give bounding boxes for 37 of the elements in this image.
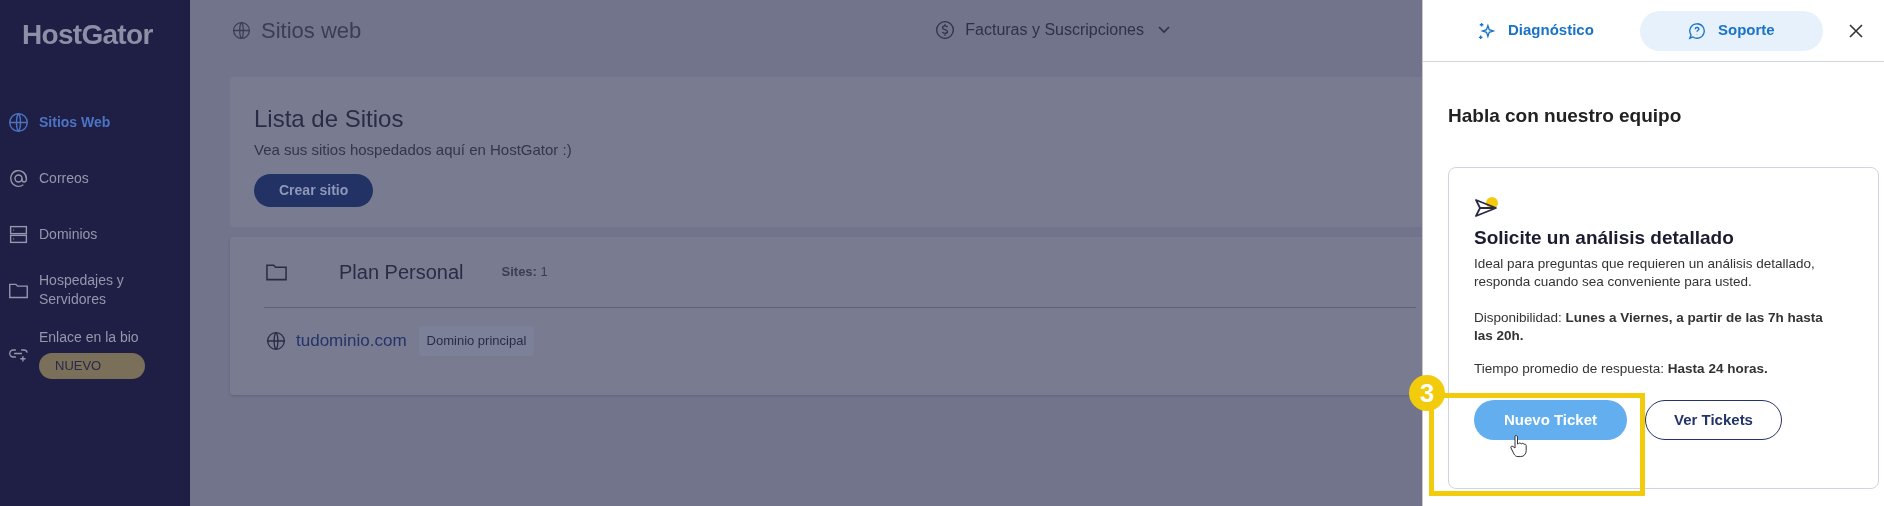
server-icon [8,223,29,245]
logo[interactable]: HostGator [22,14,153,56]
tab[interactable]: Diagnóstico [1478,10,1594,51]
tab[interactable]: Soporte [1639,10,1823,51]
billing-menu[interactable]: Facturas y Suscripciones [965,18,1170,42]
new-badge: NUEVO [39,352,145,379]
chevron-down-icon [1158,26,1170,34]
globe-icon [266,330,286,351]
card-description: Ideal para preguntas que requieren un análisis detallado, responda cuando sea conveniente para usted. [1474,255,1816,291]
domain-link[interactable]: tudominio.com [296,328,407,354]
folder-icon [266,263,287,281]
availability-text: Disponibilidad: Lunes a Viernes, a partir de las 7h hasta las 20h. [1474,309,1824,345]
sparkle-icon [1478,21,1496,40]
panel-heading: Habla con nuestro equipo [1448,104,1682,128]
view-tickets-button[interactable]: Ver Tickets [1645,400,1782,440]
chat-question-icon [1688,21,1706,40]
step-badge: 3 [1409,375,1445,411]
card-subtitle: Vea sus sitios hospedados aquí en HostGator :) [254,140,572,160]
sites-count: Sites: 1 [501,263,548,282]
response-time-text: Tiempo promedio de respuesta: Hasta 24 horas. [1474,360,1768,378]
sidebar-item[interactable]: Hospedajes y Servidores [8,271,159,309]
at-icon [8,167,29,189]
paper-plane-icon [1474,195,1500,220]
sidebar-item[interactable]: Correos [8,167,159,189]
card-title: Lista de Sitios [254,104,404,134]
sidebar-item[interactable]: Dominios [8,223,159,245]
card-title: Solicite un análisis detallado [1474,225,1734,250]
globe-icon [232,20,251,40]
hand-cursor-icon [1510,434,1528,458]
close-icon[interactable] [1848,22,1864,39]
domain-tag: Dominio principal [418,326,535,356]
create-site-button[interactable]: Crear sitio [254,173,374,207]
sidebar-item[interactable]: Enlace en la bio [39,327,139,347]
globe-icon [8,111,29,133]
plan-name: Plan Personal [339,260,464,285]
sidebar-item[interactable]: Sitios Web [8,111,159,133]
dollar-icon [935,20,956,40]
